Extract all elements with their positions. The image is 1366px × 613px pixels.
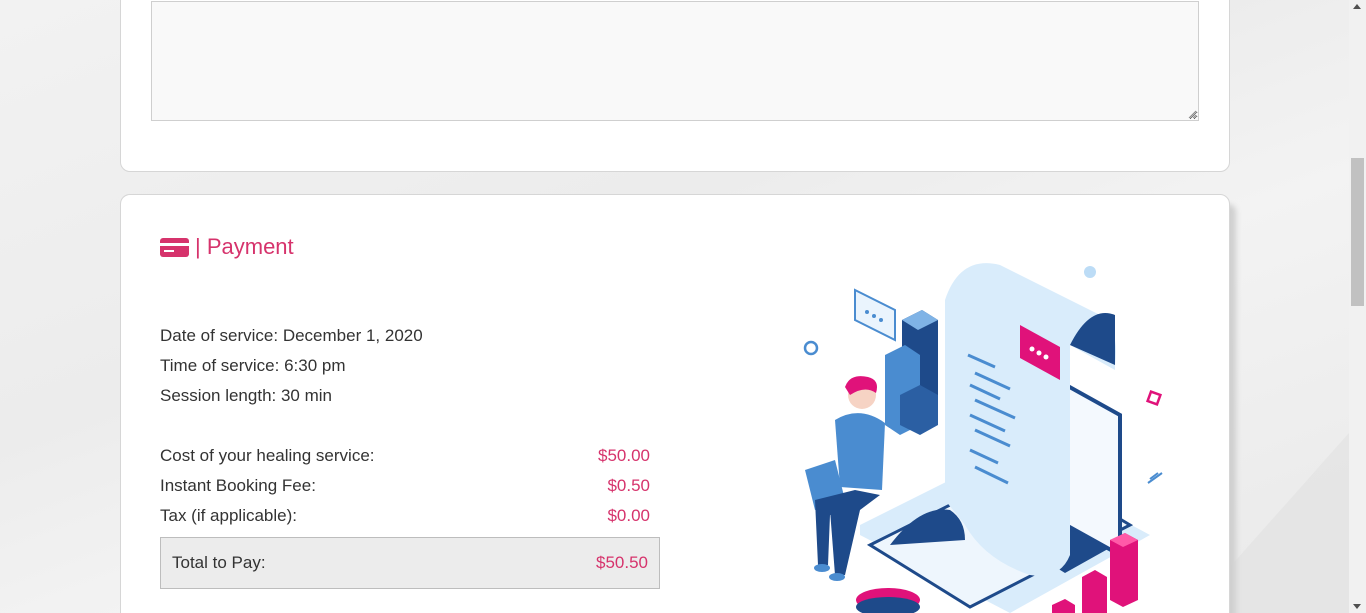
fee-amount: $0.00 <box>607 506 650 525</box>
fee-label: Cost of your healing service: <box>160 446 375 465</box>
payment-heading: | Payment <box>160 232 294 262</box>
payment-heading-label: | Payment <box>195 234 294 259</box>
resize-grip-icon[interactable] <box>1187 109 1197 119</box>
time-of-service: Time of service: 6:30 pm <box>160 356 346 375</box>
total-label: Total to Pay: <box>172 553 266 572</box>
session-length: Session length: 30 min <box>160 386 332 405</box>
comments-textarea[interactable] <box>151 1 1199 121</box>
vertical-scrollbar[interactable] <box>1349 0 1366 613</box>
total-to-pay: Total to Pay: $50.50 <box>160 537 660 589</box>
fee-label: Tax (if applicable): <box>160 506 298 525</box>
fee-row-tax: Tax (if applicable): $0.00 <box>160 506 650 526</box>
scroll-down-icon[interactable] <box>1353 604 1361 609</box>
scroll-thumb[interactable] <box>1351 158 1364 306</box>
date-of-service: Date of service: December 1, 2020 <box>160 326 423 345</box>
fee-row-service-cost: Cost of your healing service: $50.00 <box>160 446 650 466</box>
fee-row-booking-fee: Instant Booking Fee: $0.50 <box>160 476 650 496</box>
credit-card-icon <box>160 237 189 257</box>
fee-amount: $50.00 <box>598 446 650 465</box>
scroll-up-icon[interactable] <box>1353 4 1361 9</box>
total-amount: $50.50 <box>596 553 648 572</box>
person-with-laptop-receipt-illustration <box>803 263 1163 613</box>
fee-label: Instant Booking Fee: <box>160 476 316 495</box>
fee-amount: $0.50 <box>607 476 650 495</box>
